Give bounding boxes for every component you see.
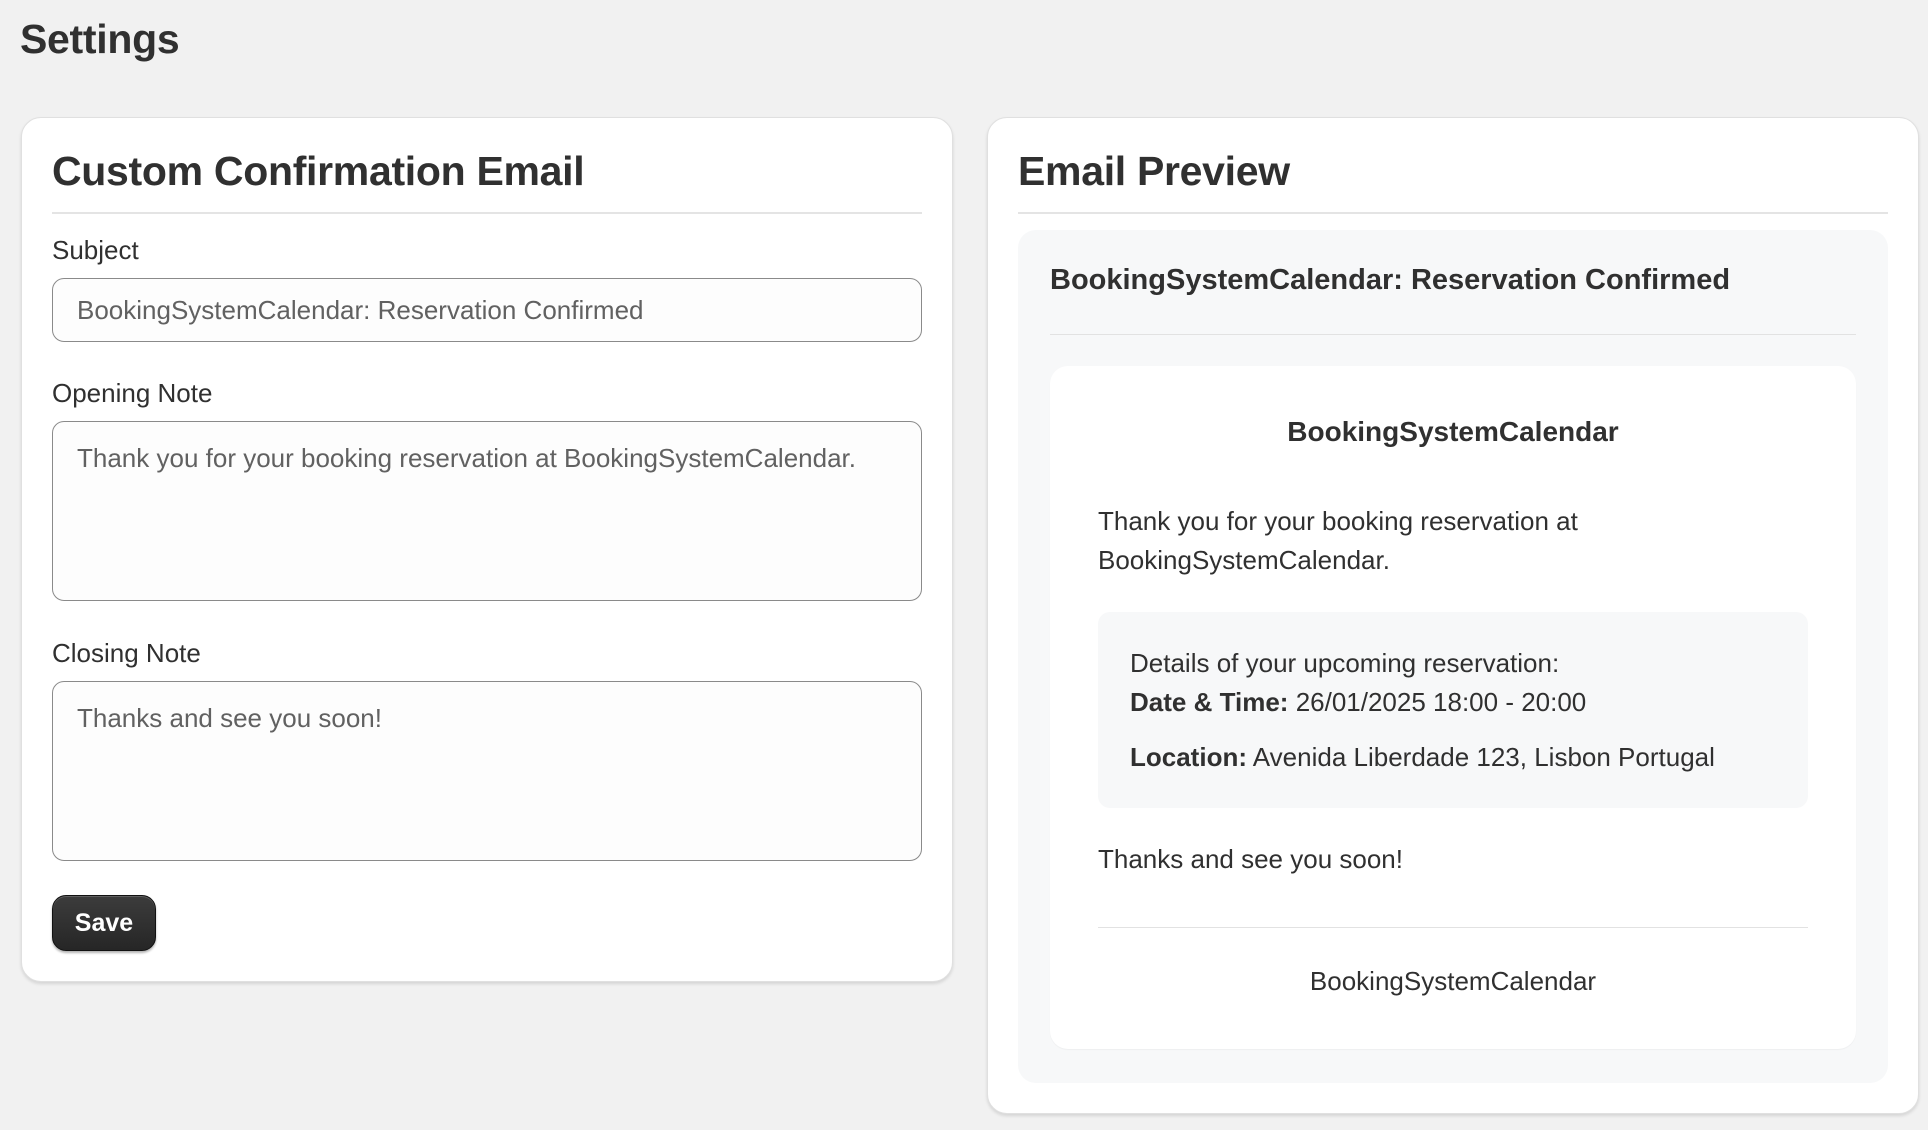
details-datetime: Date & Time: 26/01/2025 18:00 - 20:00	[1130, 683, 1776, 722]
preview-opening-note: Thank you for your booking reservation a…	[1098, 506, 1578, 575]
details-intro: Details of your upcoming reservation:	[1130, 648, 1560, 678]
reservation-details-box: Details of your upcoming reservation: Da…	[1098, 612, 1808, 808]
datetime-value: 26/01/2025 18:00 - 20:00	[1295, 687, 1587, 717]
preview-subject: BookingSystemCalendar: Reservation Confi…	[1050, 264, 1731, 296]
email-preview-card: Email Preview BookingSystemCalendar: Res…	[987, 117, 1919, 1114]
confirmation-email-card: Custom Confirmation Email Subject Openin…	[21, 117, 953, 982]
opening-note-textarea[interactable]: Thank you for your booking reservation a…	[52, 421, 922, 601]
preview-brand-name: BookingSystemCalendar	[1287, 416, 1619, 447]
heading-divider	[52, 212, 922, 214]
subject-input[interactable]	[52, 278, 922, 342]
opening-note-label: Opening Note	[52, 378, 213, 408]
heading-divider	[1018, 212, 1888, 214]
preview-email-body: BookingSystemCalendar Thank you for your…	[1050, 366, 1856, 1049]
preview-closing-note: Thanks and see you soon!	[1098, 844, 1403, 874]
location-label: Location:	[1130, 742, 1247, 772]
subject-divider	[1050, 334, 1856, 335]
closing-note-label: Closing Note	[52, 638, 201, 668]
preview-footer: BookingSystemCalendar	[1309, 966, 1597, 996]
closing-note-textarea[interactable]: Thanks and see you soon!	[52, 681, 922, 861]
datetime-label: Date & Time:	[1130, 687, 1289, 717]
location-value: Avenida Liberdade 123, Lisbon Portugal	[1252, 742, 1715, 772]
save-button[interactable]: Save	[52, 895, 156, 951]
details-location: Location: Avenida Liberdade 123, Lisbon …	[1130, 738, 1776, 777]
footer-divider	[1098, 927, 1808, 928]
page-title: Settings	[20, 16, 180, 62]
card-heading: Custom Confirmation Email	[52, 148, 585, 194]
email-preview: BookingSystemCalendar: Reservation Confi…	[1018, 230, 1888, 1083]
card-heading: Email Preview	[1018, 148, 1290, 194]
subject-label: Subject	[52, 235, 139, 265]
